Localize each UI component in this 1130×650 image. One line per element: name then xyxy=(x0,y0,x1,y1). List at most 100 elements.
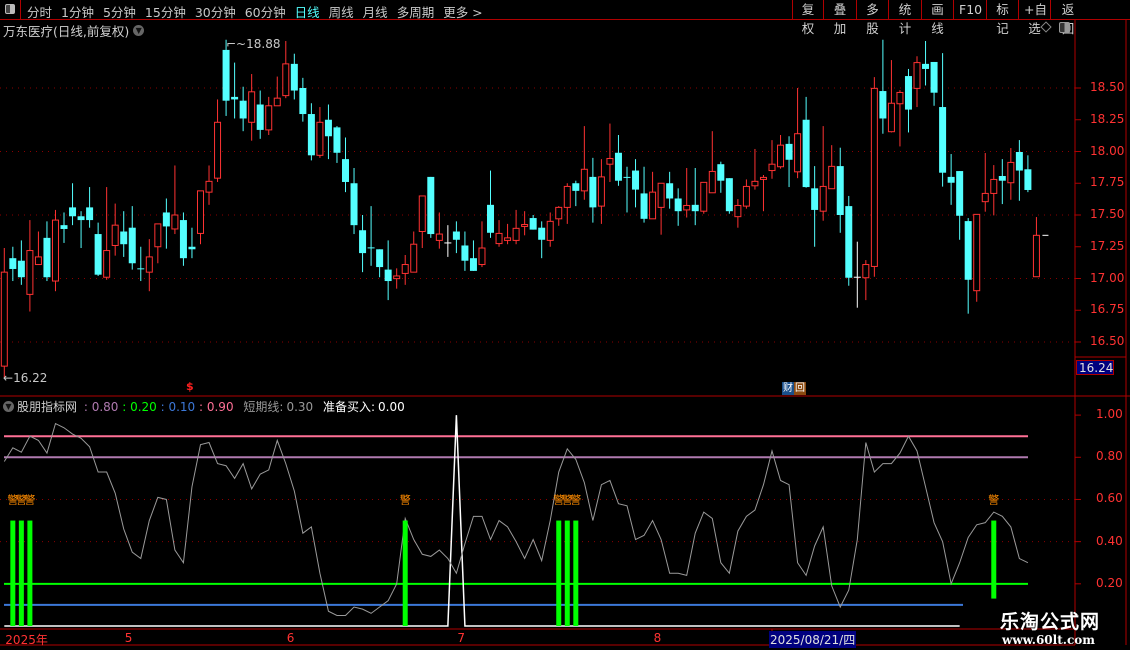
signal-bar xyxy=(564,520,570,626)
price-tick-label: 18.25 xyxy=(1090,111,1125,126)
candle-body-up xyxy=(990,178,998,194)
candle-body-down xyxy=(290,63,298,91)
candle-body-up xyxy=(495,232,503,245)
warning-marker: 警 xyxy=(24,493,35,507)
candle-body-down xyxy=(529,218,537,230)
candle-body-down xyxy=(77,216,85,221)
price-tick-label: 17.75 xyxy=(1090,175,1125,190)
candle-body-down xyxy=(452,231,460,240)
candle-body-up xyxy=(103,250,111,278)
cursor-date: 2025/08/21/四 xyxy=(769,631,857,648)
candle-body-up xyxy=(154,223,162,248)
high-price-label: ⌐~18.88 xyxy=(226,37,281,51)
candle-body-down xyxy=(427,176,435,235)
candle-body-down xyxy=(623,176,631,178)
candle-body-down xyxy=(785,143,793,160)
candle-body-up xyxy=(478,247,486,266)
candle-body-up xyxy=(708,170,716,194)
price-tick-label: 16.75 xyxy=(1090,302,1125,317)
candle-body-down xyxy=(717,164,725,181)
candle-body-down xyxy=(939,107,947,173)
dollar-marker[interactable]: $ xyxy=(186,380,194,393)
candle-body-up xyxy=(973,213,981,292)
candle-body-up xyxy=(606,157,614,165)
signal-bar xyxy=(556,520,562,626)
param-separator: : xyxy=(156,399,169,414)
param-value: 0.10 xyxy=(168,399,196,414)
price-tick-label: 18.50 xyxy=(1090,80,1125,94)
candle-body-up xyxy=(214,121,222,179)
time-tick-label: 8 xyxy=(653,631,662,645)
candle-body-down xyxy=(836,166,844,215)
candle-body-up xyxy=(504,237,512,241)
candle-body-down xyxy=(589,176,597,208)
candle-body-down xyxy=(350,183,358,226)
candle-body-down xyxy=(384,269,392,282)
candle-body-down xyxy=(469,258,477,271)
candle-body-down xyxy=(614,152,622,181)
indicator-params: : 0.80 : 0.20 : 0.10 : 0.90 xyxy=(80,400,234,414)
candle-body-down xyxy=(120,231,128,245)
cai-marker: 财 xyxy=(782,382,794,395)
candle-body-down xyxy=(128,227,136,264)
candle-body-up xyxy=(700,181,708,212)
candle-body-down xyxy=(359,230,367,254)
candle-body-down xyxy=(691,204,699,212)
candle-body-down xyxy=(930,61,938,93)
candle-body-down xyxy=(188,246,196,250)
candle-body-up xyxy=(171,214,179,230)
candle-body-up xyxy=(913,62,921,89)
candle-body-up xyxy=(435,233,443,241)
candle-body-down xyxy=(922,63,930,69)
candle-body-down xyxy=(811,188,819,210)
signal-bar xyxy=(991,520,997,599)
indicator-tick-label: 0.80 xyxy=(1096,449,1123,464)
candle-body-down xyxy=(487,204,495,233)
candle-body-down xyxy=(640,193,648,219)
warning-marker: 警 xyxy=(988,493,999,507)
candle-body-up xyxy=(1032,234,1040,278)
candle-body-up xyxy=(521,224,529,227)
watermark-url: www.60lt.com xyxy=(1002,633,1095,647)
candle-body-down xyxy=(9,258,17,269)
indicator-tick-label: 0.20 xyxy=(1096,575,1123,590)
chevron-down-icon[interactable]: ▼ xyxy=(3,401,14,412)
candle-body-up xyxy=(828,165,836,190)
candle-body-up xyxy=(580,168,588,192)
candle-body-down xyxy=(1015,152,1023,171)
candle-body-up xyxy=(819,185,827,212)
price-tick-label: 18.00 xyxy=(1090,143,1125,158)
candle-body-down xyxy=(632,170,640,190)
param-separator: : xyxy=(80,399,92,414)
candle-body-up xyxy=(393,275,401,280)
candle-body-down xyxy=(998,176,1006,181)
chart-canvas[interactable]: 警警警警警警警警 xyxy=(0,0,1130,650)
signal-bar xyxy=(402,520,408,626)
candle-body-up xyxy=(316,121,324,156)
candle-body-down xyxy=(879,91,887,119)
param-value: 0.80 xyxy=(91,399,119,414)
candle-body-up xyxy=(265,105,273,131)
high-price-value: 18.88 xyxy=(246,37,281,51)
candle-body-down xyxy=(60,225,68,229)
finance-marker[interactable]: 财 回 xyxy=(782,382,806,395)
candle-body-down xyxy=(239,100,247,119)
candle-body-up xyxy=(768,163,776,172)
candle-body-down xyxy=(964,221,972,280)
candle-body-down xyxy=(725,178,733,212)
short-line-label: 短期线: xyxy=(243,400,284,414)
signal-bar xyxy=(10,520,16,626)
candle-body-down xyxy=(324,119,332,137)
candle-body-up xyxy=(282,63,290,97)
time-tick-label: 7 xyxy=(457,631,466,645)
candle-body-up xyxy=(862,264,870,279)
buy-signal-line xyxy=(4,415,960,627)
indicator-header: ▼ 股朋指标网 : 0.80 : 0.20 : 0.10 : 0.90 短期线:… xyxy=(3,398,405,415)
candle-body-up xyxy=(981,192,989,203)
candle-body-down xyxy=(845,206,853,278)
candle-body-up xyxy=(196,190,204,234)
price-tick-label: 17.50 xyxy=(1090,207,1125,221)
indicator-name[interactable]: 股朋指标网 xyxy=(17,398,77,415)
candle-body-up xyxy=(734,204,742,218)
price-tick-label: 16.50 xyxy=(1090,334,1125,348)
